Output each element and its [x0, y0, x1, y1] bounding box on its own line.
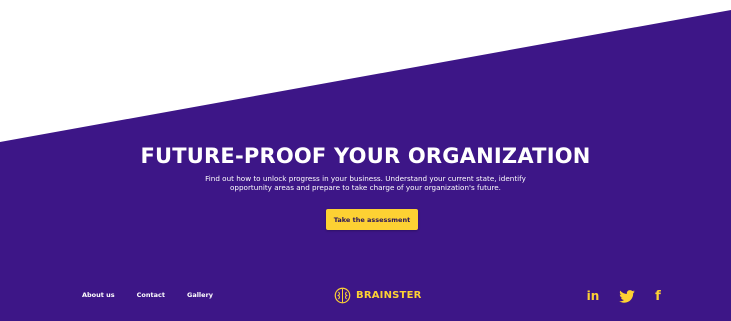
hero-subtitle: Find out how to unlock progress in your … [205, 174, 526, 192]
take-assessment-button[interactable]: Take the assessment [326, 209, 418, 230]
footer-link-about-us[interactable]: About us [82, 291, 115, 299]
linkedin-icon[interactable]: in [584, 287, 602, 305]
twitter-icon[interactable] [618, 287, 636, 305]
footer-link-contact[interactable]: Contact [137, 291, 165, 299]
hero-title: FUTURE-PROOF YOUR ORGANIZATION [140, 144, 591, 168]
footer-nav: About us Contact Gallery [82, 291, 235, 299]
landing-page: FUTURE-PROOF YOUR ORGANIZATION Find out … [0, 0, 731, 321]
facebook-icon[interactable]: f [652, 287, 664, 305]
footer-link-gallery[interactable]: Gallery [187, 291, 213, 299]
hero-section: FUTURE-PROOF YOUR ORGANIZATION Find out … [0, 140, 731, 192]
brain-logo-icon [334, 287, 351, 304]
brand-name: BRAINSTER [356, 290, 422, 301]
brand-logo[interactable]: BRAINSTER [334, 287, 422, 304]
